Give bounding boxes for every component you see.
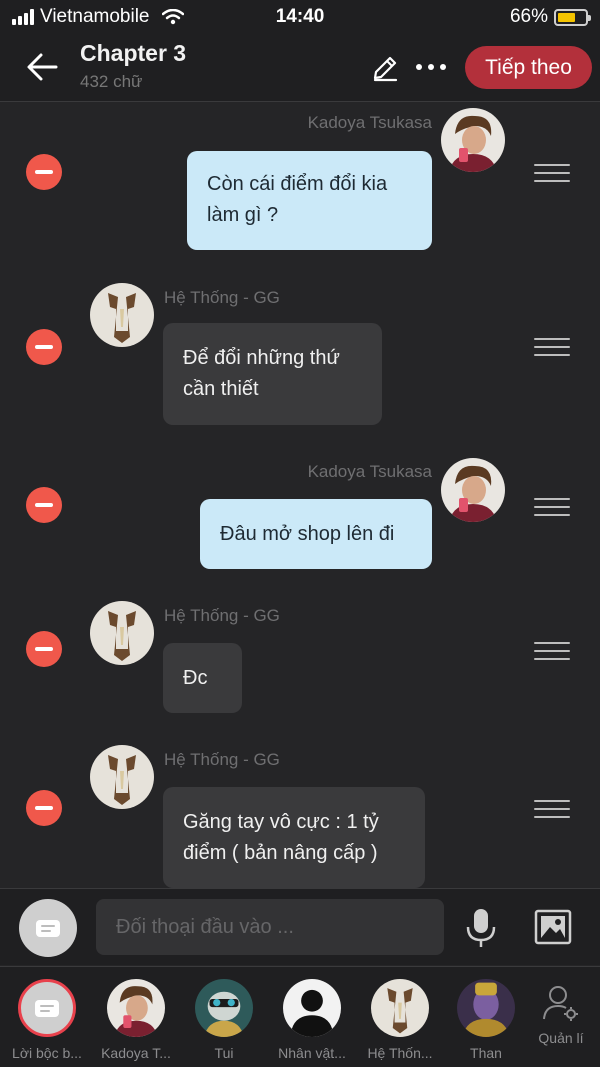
word-count: 432 chữ bbox=[80, 72, 143, 91]
chapter-header: Chapter 3 432 chữ Tiếp theo bbox=[0, 34, 600, 102]
delete-message-button[interactable] bbox=[26, 487, 62, 523]
text-bubble-icon bbox=[36, 920, 60, 937]
avatar bbox=[195, 979, 253, 1037]
sender-name: Hệ Thống - GG bbox=[164, 288, 280, 307]
avatar bbox=[371, 979, 429, 1037]
status-bar: Vietnamobile 14:40 66% bbox=[0, 0, 600, 34]
more-options-icon[interactable] bbox=[416, 64, 446, 70]
delete-message-button[interactable] bbox=[26, 329, 62, 365]
avatar bbox=[457, 979, 515, 1037]
battery-icon bbox=[554, 8, 591, 26]
image-icon[interactable] bbox=[534, 909, 572, 945]
manage-user-gear-icon bbox=[543, 986, 578, 1021]
delete-message-button[interactable] bbox=[26, 790, 62, 826]
delete-message-button[interactable] bbox=[26, 631, 62, 667]
avatar-kadoya-tsukasa[interactable] bbox=[441, 108, 505, 172]
battery-percent: 66% bbox=[509, 6, 548, 27]
drag-handle-icon[interactable] bbox=[534, 338, 570, 356]
sender-name: Hệ Thống - GG bbox=[164, 750, 280, 769]
drag-handle-icon[interactable] bbox=[534, 642, 570, 660]
message-bubble[interactable]: Đâu mở shop lên đi bbox=[200, 499, 432, 569]
sender-name: Kadoya Tsukasa bbox=[307, 462, 432, 481]
drag-handle-icon[interactable] bbox=[534, 164, 570, 182]
message-bubble[interactable]: Để đổi những thứ cần thiết bbox=[163, 323, 382, 425]
character-kadoya[interactable]: Kadoya T... bbox=[91, 979, 181, 1061]
narrator-icon bbox=[18, 979, 76, 1037]
character-he-thong[interactable]: Hệ Thốn... bbox=[355, 979, 445, 1061]
avatar bbox=[107, 979, 165, 1037]
character-tui[interactable]: Tui bbox=[179, 979, 269, 1061]
narration-type-button[interactable] bbox=[19, 899, 77, 957]
avatar bbox=[283, 979, 341, 1037]
microphone-icon[interactable] bbox=[464, 907, 498, 949]
drag-handle-icon[interactable] bbox=[534, 800, 570, 818]
drag-handle-icon[interactable] bbox=[534, 498, 570, 516]
character-nhan-vat[interactable]: Nhân vật... bbox=[267, 979, 357, 1061]
character-narrator[interactable]: Lời bộc b... bbox=[2, 979, 92, 1061]
character-tray: Lời bộc b... Kadoya T... Tui Nhân vật...… bbox=[0, 966, 600, 1067]
message-bubble[interactable]: Còn cái điểm đổi kia làm gì ? bbox=[187, 151, 432, 250]
avatar-he-thong-gg[interactable] bbox=[90, 601, 154, 665]
manage-characters-button[interactable]: Quản lí bbox=[530, 983, 592, 1046]
delete-message-button[interactable] bbox=[26, 154, 62, 190]
character-than[interactable]: Than bbox=[441, 979, 531, 1061]
sender-name: Kadoya Tsukasa bbox=[307, 113, 432, 132]
avatar-he-thong-gg[interactable] bbox=[90, 745, 154, 809]
sender-name: Hệ Thống - GG bbox=[164, 606, 280, 625]
battery-level bbox=[558, 12, 576, 22]
edit-pencil-icon[interactable] bbox=[371, 54, 399, 82]
dialogue-input[interactable] bbox=[96, 899, 444, 955]
message-bubble[interactable]: Găng tay vô cực : 1 tỷ điểm ( bản nâng c… bbox=[163, 787, 425, 888]
chapter-title: Chapter 3 bbox=[80, 40, 187, 66]
back-arrow-icon[interactable] bbox=[26, 52, 60, 82]
avatar-kadoya-tsukasa[interactable] bbox=[441, 458, 505, 522]
compose-bar bbox=[0, 888, 600, 965]
next-button[interactable]: Tiếp theo bbox=[465, 46, 592, 89]
message-list: Kadoya Tsukasa Còn cái điểm đổi kia làm … bbox=[0, 103, 600, 888]
avatar-he-thong-gg[interactable] bbox=[90, 283, 154, 347]
message-bubble[interactable]: Đc bbox=[163, 643, 242, 713]
